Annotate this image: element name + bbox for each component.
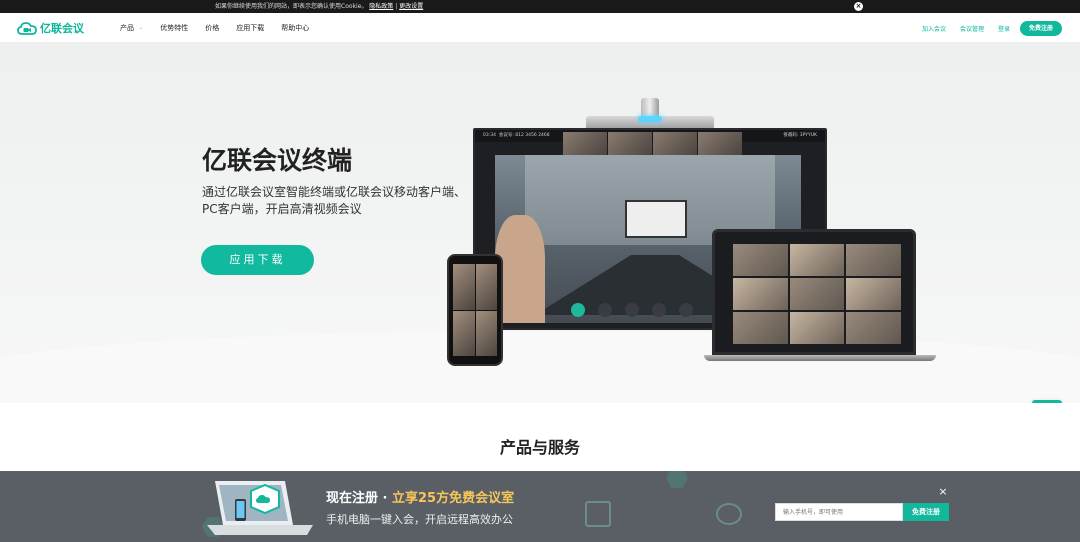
join-meeting-link[interactable]: 加入会议	[922, 24, 946, 33]
tv-time: 03:34	[483, 133, 496, 138]
more-icon	[679, 303, 693, 317]
free-register-button[interactable]: 免费注册	[903, 503, 949, 521]
camera-light	[638, 116, 662, 122]
cookie-separator: |	[395, 3, 398, 10]
promo-laptop-illustration	[207, 481, 313, 535]
close-icon[interactable]: ×	[937, 486, 949, 498]
nav-item-features[interactable]: 优势特性	[160, 23, 188, 33]
tv-invite-code: 接邀码: 3PYYUK	[783, 133, 817, 138]
products-section: 产品与服务	[0, 403, 1080, 471]
tv-controls	[571, 303, 706, 317]
decoration-shape	[585, 501, 611, 527]
cookie-text-wrap: 如果你继续使用我们的网站，即表示您确认使用Cookie。 隐私政策 | 更改设置	[215, 0, 423, 13]
nav-item-products[interactable]: 产品 ⌄	[120, 23, 143, 33]
promo-title: 现在注册 · 立享25方免费会议室	[326, 487, 514, 506]
video-tile	[475, 264, 497, 310]
cloud-video-icon	[17, 22, 37, 35]
camera-icon	[598, 303, 612, 317]
hero-description: 通过亿联会议室智能终端或亿联会议移动客户端、PC客户端，开启高清视频会议	[202, 185, 467, 216]
hero-title: 亿联会议终端	[202, 146, 353, 175]
logo[interactable]: 亿联会议	[17, 21, 84, 36]
phone-number-input[interactable]	[775, 503, 903, 521]
nav-item-help[interactable]: 帮助中心	[281, 23, 309, 33]
camera-device	[586, 98, 714, 130]
mic-icon	[571, 303, 585, 317]
tv-meeting-no: 会议号: 812 3456 2468	[498, 133, 550, 138]
video-tile	[733, 244, 788, 276]
participant-thumb	[653, 132, 697, 156]
participant-thumb	[563, 132, 607, 156]
products-title: 产品与服务	[499, 438, 580, 457]
video-tile	[789, 244, 845, 276]
participant-thumb	[608, 132, 652, 156]
video-tile	[789, 278, 845, 310]
laptop-base	[704, 355, 936, 361]
decoration-shape	[716, 503, 742, 525]
video-tile	[475, 310, 497, 356]
nav-label: 优势特性	[160, 24, 189, 32]
video-tile	[846, 312, 901, 344]
video-tile	[789, 312, 845, 344]
register-button[interactable]: 免费注册	[1019, 20, 1062, 36]
video-tile	[846, 278, 901, 310]
laptop-device	[712, 229, 916, 355]
header-actions: 加入会议 会议管理 登录 免费注册	[908, 13, 1062, 43]
change-settings-link[interactable]: 更改设置	[399, 3, 423, 10]
cookie-text: 如果你继续使用我们的网站，即表示您确认使用Cookie。	[215, 3, 368, 10]
promo-subtitle: 手机电脑一键入会，开启远程高效办公	[326, 513, 513, 526]
phone-video-grid	[453, 264, 497, 356]
promo-title-highlight: 立享25方免费会议室	[392, 491, 515, 506]
nav-label: 应用下载	[236, 24, 265, 32]
layout-icon	[652, 303, 666, 317]
meeting-manage-link[interactable]: 会议管理	[960, 24, 984, 33]
nav-label: 产品	[120, 24, 134, 32]
nav-item-pricing[interactable]: 价格	[205, 23, 219, 33]
download-button[interactable]: 应用下载	[201, 245, 314, 275]
nav-label: 价格	[205, 24, 220, 32]
video-tile	[453, 310, 475, 356]
cookie-bar: 如果你继续使用我们的网站，即表示您确认使用Cookie。 隐私政策 | 更改设置…	[0, 0, 1080, 13]
login-link[interactable]: 登录	[998, 24, 1010, 33]
chevron-down-icon: ⌄	[139, 25, 144, 31]
brand-name: 亿联会议	[40, 22, 84, 35]
tv-meeting-info: 03:34 会议号: 812 3456 2468	[483, 130, 550, 142]
video-tile	[733, 278, 788, 310]
phone-device	[447, 254, 503, 366]
participant-thumb	[698, 132, 742, 156]
room-screen	[625, 200, 687, 238]
promo-bar: 现在注册 · 立享25方免费会议室 手机电脑一键入会，开启远程高效办公 免费注册…	[0, 471, 1080, 542]
main-nav: 产品 ⌄ 优势特性 价格 应用下载 帮助中心	[120, 13, 326, 43]
video-tile	[733, 312, 788, 344]
privacy-policy-link[interactable]: 隐私政策	[369, 3, 393, 10]
nav-label: 帮助中心	[281, 24, 310, 32]
share-icon	[625, 303, 639, 317]
nav-item-download[interactable]: 应用下载	[236, 23, 264, 33]
video-tile	[846, 244, 901, 276]
video-tile	[453, 264, 475, 310]
tv-participant-thumbs	[563, 132, 743, 156]
close-icon[interactable]: ×	[854, 2, 863, 11]
site-header: 亿联会议 产品 ⌄ 优势特性 价格 应用下载 帮助中心 加入会议 会议管理 登录…	[0, 13, 1080, 43]
laptop-video-grid	[733, 244, 901, 344]
hex-decoration	[666, 471, 688, 488]
promo-title-prefix: 现在注册 ·	[326, 491, 392, 506]
